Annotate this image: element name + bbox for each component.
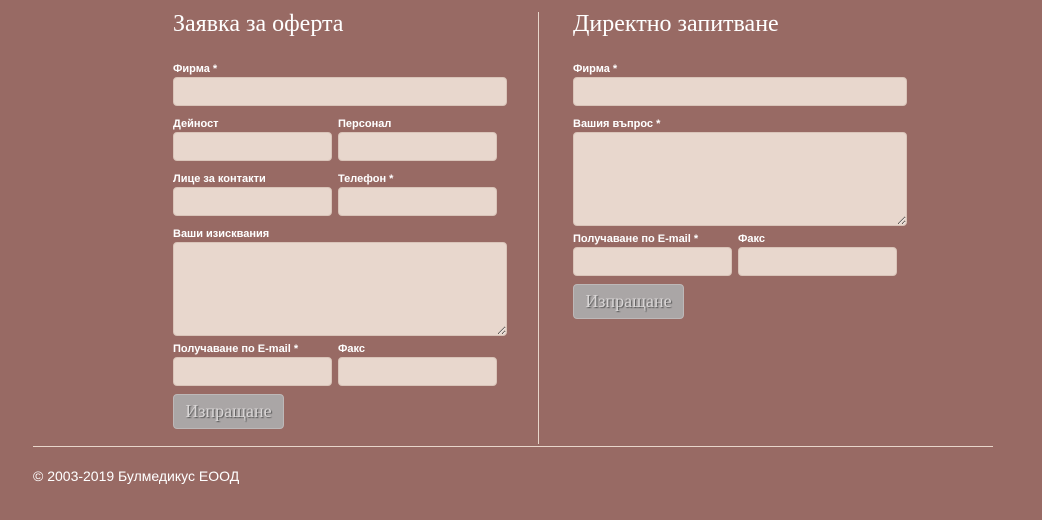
footer-divider — [33, 446, 993, 447]
email-input[interactable] — [173, 357, 332, 386]
fax-label: Факс — [338, 343, 365, 355]
question-label: Вашия въпрос * — [573, 118, 661, 130]
company-label: Фирма * — [173, 63, 218, 75]
submit-button[interactable]: Изпращане — [173, 394, 284, 429]
copyright-text: © 2003-2019 Булмедикус ЕООД — [33, 468, 240, 484]
company-label: Фирма * — [573, 63, 618, 75]
offer-form-title: Заявка за оферта — [173, 11, 344, 37]
question-textarea[interactable] — [573, 132, 907, 226]
requirements-textarea[interactable] — [173, 242, 507, 336]
contact-person-label: Лице за контакти — [173, 173, 266, 185]
submit-button[interactable]: Изпращане — [573, 284, 684, 319]
fax-label: Факс — [738, 233, 765, 245]
staff-input[interactable] — [338, 132, 497, 161]
company-input[interactable] — [573, 77, 907, 106]
contact-person-input[interactable] — [173, 187, 332, 216]
phone-input[interactable] — [338, 187, 497, 216]
email-label: Получаване по E-mail * — [173, 343, 299, 355]
fax-input[interactable] — [738, 247, 897, 276]
activity-label: Дейност — [173, 118, 219, 130]
email-input[interactable] — [573, 247, 732, 276]
fax-input[interactable] — [338, 357, 497, 386]
column-divider — [538, 12, 539, 444]
requirements-label: Ваши изисквания — [173, 228, 270, 240]
phone-label: Телефон * — [338, 173, 394, 185]
email-label: Получаване по E-mail * — [573, 233, 699, 245]
staff-label: Персонал — [338, 118, 392, 130]
company-input[interactable] — [173, 77, 507, 106]
inquiry-form-title: Директно запитване — [573, 11, 779, 37]
activity-input[interactable] — [173, 132, 332, 161]
